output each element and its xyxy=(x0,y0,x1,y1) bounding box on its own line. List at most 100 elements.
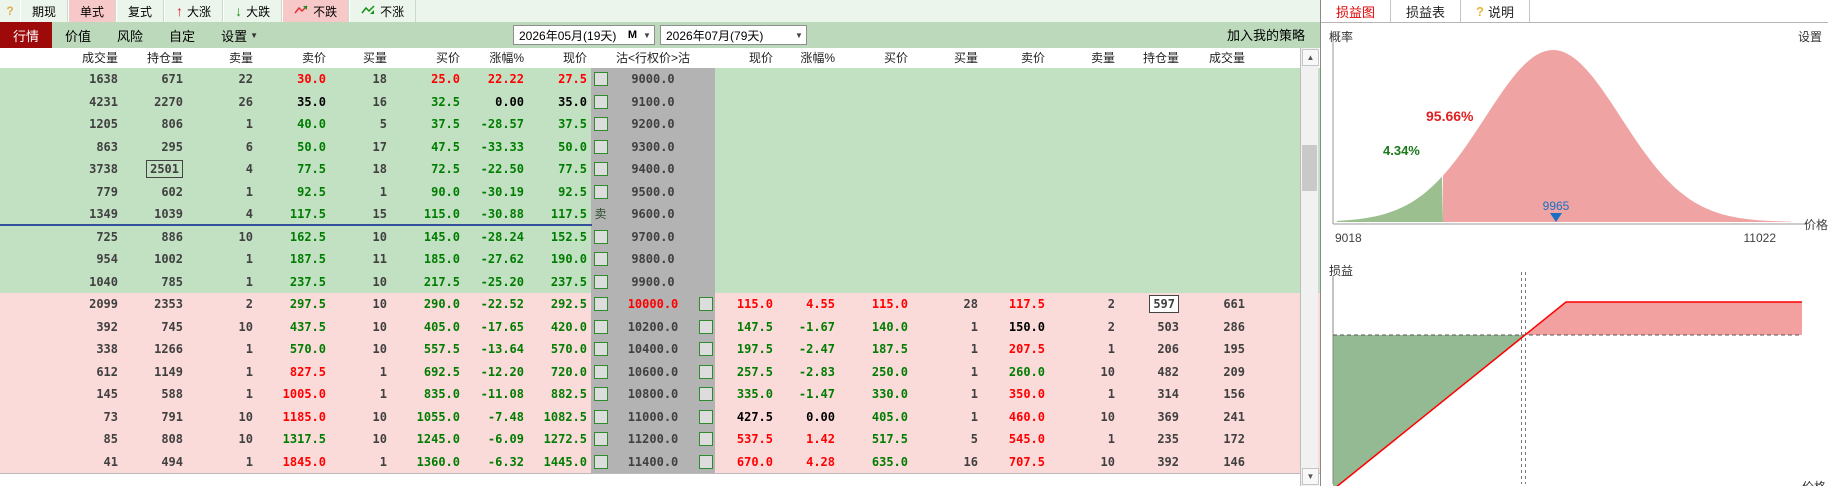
put-select-checkbox[interactable] xyxy=(591,293,610,316)
chevron-down-icon[interactable]: ▼ xyxy=(640,31,654,40)
call-ask-price: 460.0 xyxy=(1008,409,1045,424)
option-row-9600.0[interactable]: 1349 1039 4 117.5 15 115.0 -30.88 117.5 卖 9600.0 xyxy=(0,203,1320,226)
toolbar-button-6[interactable]: 不跌 xyxy=(282,0,350,22)
nav-tab-4[interactable]: 自定 xyxy=(156,22,208,48)
put-select-checkbox[interactable] xyxy=(591,270,610,293)
put-last-price: 720.0 xyxy=(550,364,587,379)
call-select-checkbox[interactable] xyxy=(696,383,715,406)
up-arrow-icon: ↑ xyxy=(176,3,184,19)
call-last-price: 257.5 xyxy=(736,364,773,379)
put-open-interest: 588 xyxy=(161,387,183,401)
strike-column-header: 沽<行权价>沽 xyxy=(615,51,691,65)
put-last-price: 152.5 xyxy=(550,229,587,244)
call-select-checkbox[interactable] xyxy=(696,360,715,383)
toolbar-button-3[interactable]: 复式 xyxy=(116,0,165,22)
add-to-strategy-button[interactable]: 加入我的策略 xyxy=(1195,26,1305,46)
option-row-11400.0[interactable]: 41 494 1 1845.0 1 1360.0 -6.32 1445.0 11400.0 670… xyxy=(0,450,1320,473)
option-row-9200.0[interactable]: 1205 806 1 40.0 5 37.5 -28.57 37.5 9200.0 xyxy=(0,113,1320,136)
put-select-checkbox[interactable] xyxy=(591,338,610,361)
put-last-price: 1272.5 xyxy=(543,432,587,446)
nav-tab-5[interactable]: 设置 ▼ xyxy=(208,22,271,48)
put-ask-price: 297.5 xyxy=(289,297,326,311)
put-select-checkbox[interactable] xyxy=(591,135,610,158)
month-select-far[interactable]: 2026年07月(79天) ▼ xyxy=(660,25,807,45)
toolbar-button-2[interactable]: 单式 xyxy=(68,0,117,22)
put-bid-price: 217.5 xyxy=(423,274,460,289)
nav-tab-3[interactable]: 风险 xyxy=(104,22,156,48)
call-select-checkbox[interactable] xyxy=(696,293,715,316)
question-mark-icon: ? xyxy=(1476,3,1484,19)
put-volume: 1205 xyxy=(89,117,118,131)
put-select-checkbox[interactable] xyxy=(591,450,610,473)
month-select-near[interactable]: 2026年05月(19天) M ▼ xyxy=(513,25,655,45)
option-row-9300.0[interactable]: 863 295 6 50.0 17 47.5 -33.33 50.0 9300.0 xyxy=(0,135,1320,158)
strike-price: 9400.0 xyxy=(610,158,696,181)
put-select-checkbox[interactable] xyxy=(591,360,610,383)
option-row-9400.0[interactable]: 3738 2501 4 77.5 18 72.5 -22.50 77.5 9400.0 xyxy=(0,158,1320,181)
put-select-checkbox[interactable] xyxy=(591,68,610,91)
call-select-checkbox xyxy=(696,135,715,158)
option-row-10400.0[interactable]: 338 1266 1 570.0 10 557.5 -13.64 570.0 10400.0 19… xyxy=(0,338,1320,361)
toolbar-button-7[interactable]: 不涨 xyxy=(349,0,417,22)
put-change-percent: -22.52 xyxy=(480,297,524,311)
nav-tab-2[interactable]: 价值 xyxy=(52,22,104,48)
put-select-checkbox[interactable] xyxy=(591,315,610,338)
put-select-checkbox[interactable] xyxy=(591,383,610,406)
panel-tab-1[interactable]: 损益图 xyxy=(1321,0,1392,22)
option-row-9100.0[interactable]: 4231 2270 26 35.0 16 32.5 0.00 35.0 9100.0 xyxy=(0,90,1320,113)
scrollbar-thumb[interactable] xyxy=(1302,145,1317,191)
put-select-checkbox[interactable] xyxy=(591,428,610,451)
scroll-down-arrow-icon[interactable]: ▼ xyxy=(1302,468,1319,485)
strike-price: 10600.0 xyxy=(610,360,696,383)
help-icon[interactable]: ? xyxy=(0,0,20,22)
put-ask-volume: 4 xyxy=(245,162,253,176)
put-change-percent: -27.62 xyxy=(480,252,524,266)
toolbar-button-1[interactable]: 期现 xyxy=(20,0,69,22)
put-select-checkbox[interactable] xyxy=(591,90,610,113)
option-row-11200.0[interactable]: 85 808 10 1317.5 10 1245.0 -6.09 1272.5 11200.0 5… xyxy=(0,428,1320,451)
option-row-9000.0[interactable]: 1638 671 22 30.0 18 25.0 22.22 27.5 9000.0 xyxy=(0,68,1320,91)
option-row-9900.0[interactable]: 1040 785 1 237.5 10 217.5 -25.20 237.5 9900.0 xyxy=(0,270,1320,293)
put-volume: 2099 xyxy=(89,297,118,311)
nav-tab-label: 设置 xyxy=(221,28,248,44)
strike-price: 9300.0 xyxy=(610,135,696,158)
call-select-checkbox[interactable] xyxy=(696,428,715,451)
put-select-checkbox[interactable] xyxy=(591,248,610,271)
option-row-10600.0[interactable]: 612 1149 1 827.5 1 692.5 -12.20 720.0 10600.0 257… xyxy=(0,360,1320,383)
put-select-checkbox[interactable] xyxy=(591,180,610,203)
panel-tab-3[interactable]: ? 说明 xyxy=(1461,0,1530,22)
put-select-checkbox[interactable] xyxy=(591,225,610,248)
panel-tab-2[interactable]: 损益表 xyxy=(1391,0,1462,22)
put-last-price: 570.0 xyxy=(550,342,587,356)
put-bid-price: 185.0 xyxy=(423,252,460,266)
put-select-checkbox[interactable] xyxy=(591,158,610,181)
put-select-checkbox[interactable] xyxy=(591,405,610,428)
column-header-right-8: 成交量 xyxy=(1208,51,1245,65)
scroll-up-arrow-icon[interactable]: ▲ xyxy=(1302,49,1319,66)
call-select-checkbox[interactable] xyxy=(696,338,715,361)
chevron-down-icon[interactable]: ▼ xyxy=(792,31,806,40)
put-ask-volume: 10 xyxy=(238,319,253,334)
put-last-price: 117.5 xyxy=(550,207,587,221)
strike-price: 10400.0 xyxy=(610,338,696,361)
call-select-checkbox[interactable] xyxy=(696,315,715,338)
put-ask-price: 1845.0 xyxy=(282,454,326,469)
toolbar-button-5[interactable]: ↓ 大跌 xyxy=(223,0,283,22)
option-row-9700.0[interactable]: 725 886 10 162.5 10 145.0 -28.24 152.5 9700.0 xyxy=(0,225,1320,248)
column-header-right-6: 卖量 xyxy=(1090,51,1115,65)
toolbar-button-4[interactable]: ↑ 大涨 xyxy=(164,0,224,22)
option-row-9800.0[interactable]: 954 1002 1 187.5 11 185.0 -27.62 190.0 9800.0 xyxy=(0,248,1320,271)
put-open-interest: 295 xyxy=(161,139,183,154)
checkbox-icon xyxy=(593,387,608,402)
option-row-9500.0[interactable]: 779 602 1 92.5 1 90.0 -30.19 92.5 9500.0 xyxy=(0,180,1320,203)
option-row-10800.0[interactable]: 145 588 1 1005.0 1 835.0 -11.08 882.5 10800.0 335… xyxy=(0,383,1320,406)
vertical-scrollbar[interactable]: ▲ ▼ xyxy=(1300,48,1319,486)
call-select-checkbox[interactable] xyxy=(696,450,715,473)
option-row-10000.0[interactable]: 2099 2353 2 297.5 10 290.0 -22.52 292.5 10000.0 1… xyxy=(0,293,1320,316)
option-row-10200.0[interactable]: 392 745 10 437.5 10 405.0 -17.65 420.0 10200.0 14… xyxy=(0,315,1320,338)
call-select-checkbox[interactable] xyxy=(696,405,715,428)
nav-tab-1[interactable]: 行情 xyxy=(0,22,53,48)
put-select-checkbox[interactable]: 卖 xyxy=(591,203,610,226)
put-select-checkbox[interactable] xyxy=(591,113,610,136)
option-row-11000.0[interactable]: 73 791 10 1185.0 10 1055.0 -7.48 1082.5 11000.0 4… xyxy=(0,405,1320,428)
